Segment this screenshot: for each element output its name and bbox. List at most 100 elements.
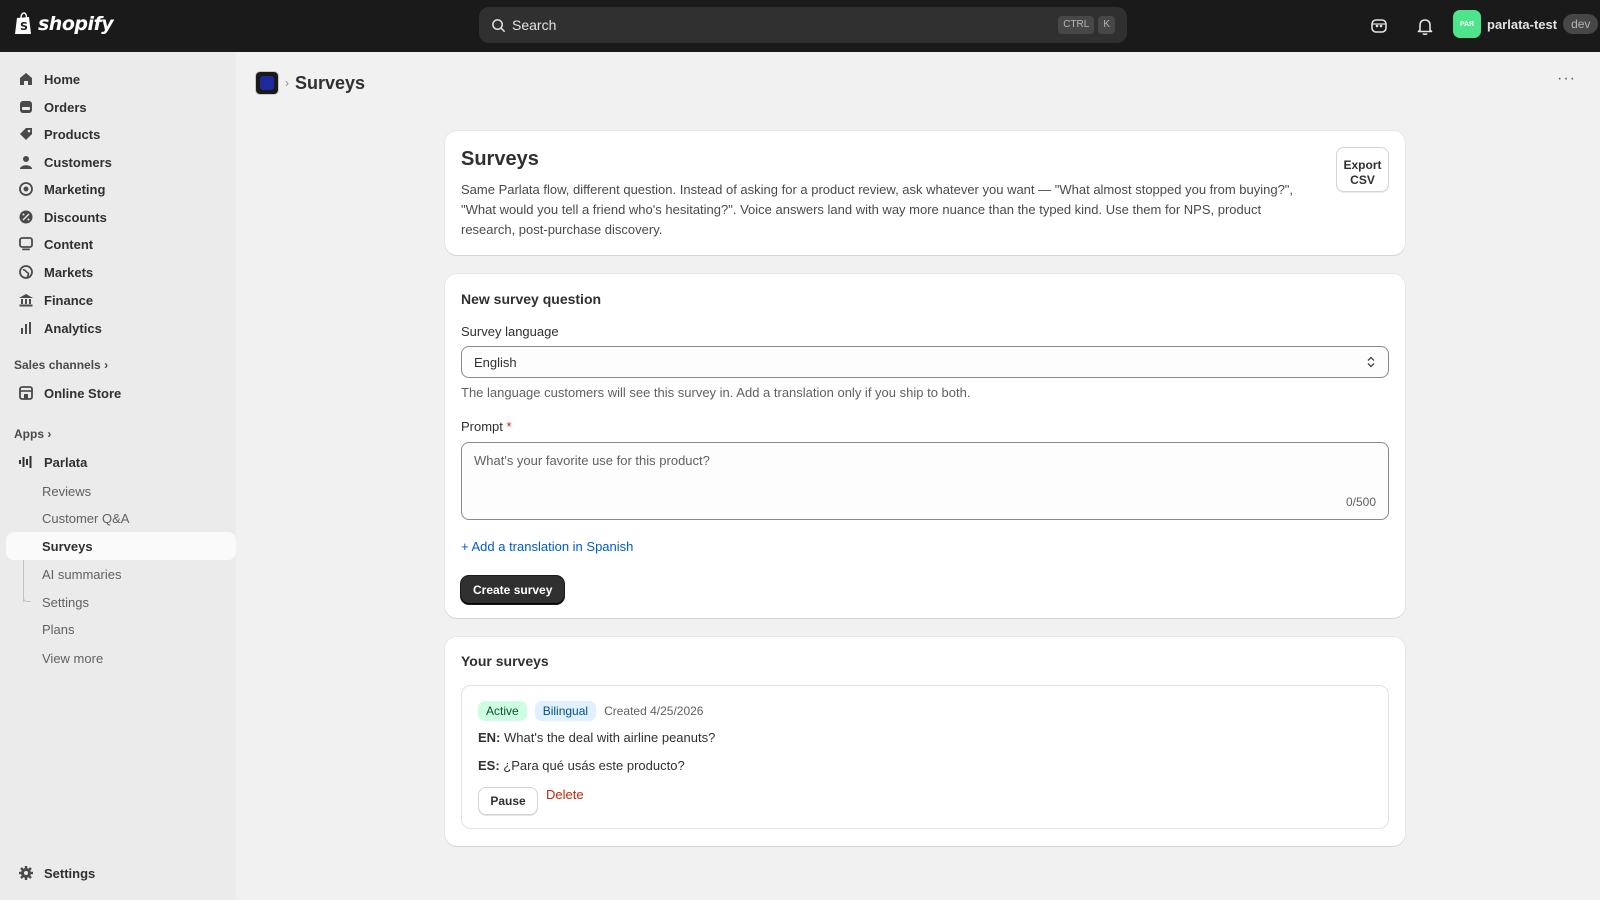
sidebar-item-label: Markets xyxy=(44,264,94,280)
sidebar-item-label: Parlata xyxy=(44,454,88,470)
sidebar-item-orders[interactable]: Orders xyxy=(6,93,236,121)
apps-label: Apps xyxy=(14,427,44,441)
shortcut-hint: CTRL K xyxy=(1058,16,1115,34)
tag-icon xyxy=(18,126,34,142)
target-icon xyxy=(18,181,34,197)
search-placeholder: Search xyxy=(512,17,557,33)
sidekick-icon[interactable] xyxy=(1368,15,1390,37)
more-actions-icon[interactable]: ··· xyxy=(1557,70,1576,88)
gear-icon xyxy=(18,865,34,881)
export-label-line2: CSV xyxy=(1350,173,1375,187)
new-survey-heading: New survey question xyxy=(461,291,602,307)
search-bar[interactable]: Search CTRL K xyxy=(479,7,1127,43)
sidebar-item-home[interactable]: Home xyxy=(6,65,236,93)
prompt-label: Prompt * xyxy=(461,419,512,434)
top-bar: S shopify Search CTRL K PAR parlata-test… xyxy=(0,0,1600,52)
shopify-logo[interactable]: S shopify xyxy=(14,12,114,36)
store-name: parlata-test xyxy=(1487,16,1558,32)
sales-channels-label: Sales channels xyxy=(14,358,101,372)
sidebar-subitem-settings[interactable]: Settings xyxy=(6,588,236,616)
survey-question-es: ES: ¿Para qué usás este producto? xyxy=(478,758,685,773)
sidebar-item-label: Online Store xyxy=(44,385,122,401)
page-title: Surveys xyxy=(295,72,366,93)
delete-link[interactable]: Delete xyxy=(546,787,584,802)
sidebar-item-settings[interactable]: Settings xyxy=(6,859,236,887)
sidebar-item-markets[interactable]: Markets xyxy=(6,258,236,286)
survey-language-label: Survey language xyxy=(461,324,559,339)
sidebar-item-label: Orders xyxy=(44,99,87,115)
question-text-en: What's the deal with airline peanuts? xyxy=(504,730,716,745)
language-code-es: ES: xyxy=(478,758,500,773)
storefront-icon xyxy=(18,385,34,401)
sidebar-item-label: Finance xyxy=(44,292,94,308)
sales-channels-heading[interactable]: Sales channels › xyxy=(14,358,108,372)
apps-heading[interactable]: Apps › xyxy=(14,427,51,441)
shopify-bag-icon: S xyxy=(15,12,31,34)
brand-name: shopify xyxy=(38,13,114,35)
select-chevron-icon xyxy=(1367,356,1375,368)
survey-meta: Active Bilingual Created 4/25/2026 xyxy=(478,701,703,721)
sidebar-subitem-view-more[interactable]: View more xyxy=(6,644,236,672)
add-translation-link[interactable]: + Add a translation in Spanish xyxy=(461,539,633,554)
survey-language-value: English xyxy=(474,354,517,370)
sidebar-subitem-reviews[interactable]: Reviews xyxy=(6,477,236,505)
sidebar-item-discounts[interactable]: Discounts xyxy=(6,203,236,231)
parlata-app-badge-icon[interactable] xyxy=(255,71,279,95)
sidebar-item-label: Home xyxy=(44,71,81,87)
export-label-line1: Export xyxy=(1343,158,1382,172)
orders-icon xyxy=(18,99,34,115)
bank-icon xyxy=(18,292,34,308)
your-surveys-heading: Your surveys xyxy=(461,653,549,669)
svg-text:S: S xyxy=(20,20,28,33)
sidebar-item-label: Content xyxy=(44,236,94,252)
required-mark: * xyxy=(506,419,512,434)
language-code-en: EN: xyxy=(478,730,501,745)
survey-question-en: EN: What's the deal with airline peanuts… xyxy=(478,730,715,745)
intro-card: Surveys Same Parlata flow, different que… xyxy=(445,131,1405,255)
pause-button[interactable]: Pause xyxy=(478,787,538,815)
section-title: Surveys xyxy=(461,148,539,170)
sidebar-item-label: Marketing xyxy=(44,181,106,197)
sidebar-subitem-plans[interactable]: Plans xyxy=(6,615,236,643)
discount-icon xyxy=(18,209,34,225)
question-text-es: ¿Para qué usás este producto? xyxy=(503,758,685,773)
character-counter: 0/500 xyxy=(1345,495,1376,509)
sidebar-subitem-ai-summaries[interactable]: AI summaries xyxy=(6,560,236,588)
prompt-textarea[interactable]: What's your favorite use for this produc… xyxy=(461,442,1389,520)
shortcut-key-k: K xyxy=(1098,16,1115,34)
section-description: Same Parlata flow, different question. I… xyxy=(461,182,1294,237)
create-survey-button[interactable]: Create survey xyxy=(461,576,565,604)
search-icon xyxy=(492,18,506,32)
sidebar-item-parlata[interactable]: Parlata xyxy=(6,448,236,476)
account-menu[interactable]: PAR parlata-test dev xyxy=(1453,10,1599,38)
sidebar-item-finance[interactable]: Finance xyxy=(6,286,236,314)
sidebar-item-label: Analytics xyxy=(44,320,102,336)
export-csv-button[interactable]: Export CSV xyxy=(1336,147,1389,192)
chart-icon xyxy=(18,320,34,336)
avatar: PAR xyxy=(1453,10,1481,38)
bilingual-badge: Bilingual xyxy=(534,701,597,721)
sidebar-item-online-store[interactable]: Online Store xyxy=(6,379,236,407)
sidebar: Home Orders Products Customers Marketing… xyxy=(0,52,236,900)
sidebar-item-content[interactable]: Content xyxy=(6,230,236,258)
sidebar-subitem-customer-qa[interactable]: Customer Q&A xyxy=(6,504,236,532)
store-env-badge: dev xyxy=(1563,14,1599,34)
new-survey-card: New survey question Survey language Engl… xyxy=(445,274,1405,618)
content-icon xyxy=(18,236,34,252)
sidebar-item-label: Settings xyxy=(44,865,96,881)
sidebar-item-marketing[interactable]: Marketing xyxy=(6,175,236,203)
prompt-label-text: Prompt xyxy=(461,419,503,434)
home-icon xyxy=(18,71,34,87)
status-badge: Active xyxy=(478,701,527,721)
chevron-right-icon: › xyxy=(47,427,52,441)
sidebar-item-label: Products xyxy=(44,126,101,142)
sidebar-item-products[interactable]: Products xyxy=(6,120,236,148)
chevron-right-icon: › xyxy=(285,76,289,90)
sidebar-item-analytics[interactable]: Analytics xyxy=(6,314,236,342)
sidebar-item-customers[interactable]: Customers xyxy=(6,148,236,176)
survey-language-select[interactable]: English xyxy=(461,346,1389,378)
sidebar-subitem-surveys[interactable]: Surveys xyxy=(6,532,236,560)
created-date: Created 4/25/2026 xyxy=(604,704,704,718)
breadcrumb: › Surveys xyxy=(255,71,365,95)
bell-icon[interactable] xyxy=(1414,15,1436,37)
